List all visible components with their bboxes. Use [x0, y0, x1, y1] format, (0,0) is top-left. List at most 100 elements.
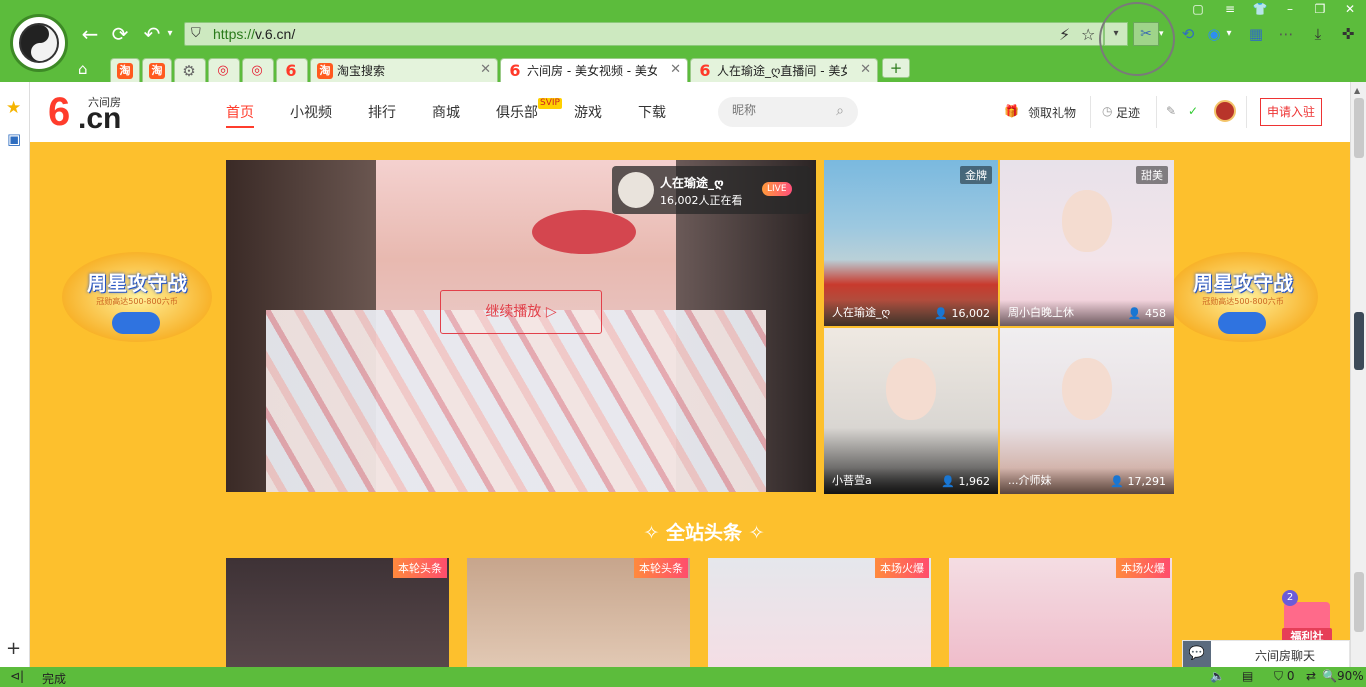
gift-icon: 🎁 [1004, 104, 1019, 118]
pinned-tab-taobao-2[interactable]: 淘 [142, 58, 172, 82]
tab-6cn-home[interactable]: 6 六间房 - 美女视频 - 美女 ✕ [500, 58, 688, 82]
anchor-avatar[interactable] [618, 172, 654, 208]
sidebar-toggle-icon[interactable]: ⊲| [10, 669, 24, 683]
nav-home[interactable]: 首页 [226, 102, 254, 128]
url-text[interactable]: https://v.6.cn/ [213, 26, 295, 42]
stream-thumb[interactable]: 甜美 周小白晚上休 👤 458 [1000, 160, 1174, 326]
pinned-tab-6cn[interactable]: 6 [276, 58, 308, 82]
calculator-icon[interactable]: ▦ [1246, 24, 1266, 44]
tab-label: 人在瑜途_ღ直播间 - 美女 [717, 64, 847, 78]
browser-logo[interactable] [10, 14, 68, 72]
weekly-star-banner-left[interactable]: 周星攻守战 冠勋高达500-800六币 [52, 222, 222, 372]
taobao-icon: 淘 [117, 62, 133, 79]
favorite-star-icon[interactable]: ☆ [1081, 25, 1095, 44]
undo-icon[interactable]: ↶ [140, 22, 164, 46]
thumb-name: ...介师妹 [1008, 474, 1052, 487]
headline-card[interactable]: 本场火爆 [708, 558, 931, 667]
nav-mall[interactable]: 商城 [432, 102, 460, 122]
speaker-icon[interactable]: 🔈 [1210, 669, 1225, 683]
gift-link[interactable]: 领取礼物 [1028, 104, 1076, 121]
logo-cn: .cn [78, 102, 122, 135]
stream-thumb[interactable]: ...介师妹 👤 17,291 [1000, 328, 1174, 494]
briefcase-icon[interactable]: ▤ [1242, 669, 1253, 683]
stream-thumb[interactable]: 金牌 人在瑜途_ღ 👤 16,002 [824, 160, 998, 326]
new-tab-button[interactable]: + [882, 58, 910, 78]
search-input[interactable] [732, 103, 832, 117]
thumb-count: 👤 1,962 [941, 475, 990, 488]
scroll-thumb[interactable] [1354, 98, 1364, 158]
history-link[interactable]: 足迹 [1116, 104, 1140, 121]
shield-count-icon[interactable]: ⛉ 0 [1274, 669, 1294, 684]
back-arrow-icon[interactable]: ← [78, 22, 102, 46]
status-bar: ⊲| 完成 🔈 ▤ ⛉ 0 ⇄ 🔍90% [0, 667, 1366, 687]
headline-card[interactable]: 本轮头条 [467, 558, 690, 667]
side-panel-handle[interactable] [1354, 312, 1364, 370]
nav-games[interactable]: 游戏 [574, 102, 602, 122]
skin-shirt-icon[interactable]: 👕 [1250, 2, 1270, 16]
nav-ranking[interactable]: 排行 [368, 102, 396, 122]
search-icon[interactable]: ⌕ [836, 103, 844, 119]
pinned-tab-weibo-1[interactable]: ◎ [208, 58, 240, 82]
six-cn-icon: 6 [699, 60, 711, 80]
zoom-level[interactable]: 🔍90% [1322, 669, 1364, 683]
headline-card[interactable]: 本场火爆 [949, 558, 1172, 667]
chat-dropdown-icon[interactable]: ▾ [1224, 24, 1234, 44]
thumb-name: 周小白晚上休 [1008, 306, 1074, 319]
six-cn-icon: 6 [509, 60, 521, 80]
anchor-info-card[interactable]: 人在瑜途_ღ 16,002人正在看 LIVE [612, 166, 810, 214]
edit-icon[interactable]: ✎ [1166, 104, 1176, 118]
thumb-face [1062, 358, 1112, 420]
more-icon[interactable]: ⋯ [1276, 24, 1296, 44]
screen-icon[interactable]: ▣ [7, 130, 21, 148]
menu-icon[interactable]: ≡ [1220, 2, 1240, 16]
resume-play-button[interactable]: 继续播放 ▷ [440, 290, 602, 334]
sparkle-icon: ✧ [742, 522, 765, 544]
translate-icon[interactable]: ⟲ [1178, 24, 1198, 44]
headline-card[interactable]: 本轮头条 [226, 558, 449, 667]
minimize-icon[interactable]: – [1280, 2, 1300, 16]
pinned-tab-settings[interactable]: ⚙ [174, 58, 206, 82]
nav-short-video[interactable]: 小视频 [290, 102, 332, 122]
undo-dropdown-icon[interactable]: ▾ [164, 22, 176, 46]
avatar[interactable] [1214, 100, 1236, 122]
compat-icon[interactable]: ⇄ [1306, 669, 1316, 683]
live-video-player[interactable]: 继续播放 ▷ 人在瑜途_ღ 16,002人正在看 LIVE [226, 160, 816, 492]
scroll-up-icon[interactable]: ▲ [1354, 86, 1360, 95]
tab-live-room[interactable]: 6 人在瑜途_ღ直播间 - 美女 ✕ [690, 58, 878, 82]
pinned-tab-weibo-2[interactable]: ◎ [242, 58, 274, 82]
address-bar[interactable]: ⛉ https://v.6.cn/ ⚡ ☆ [184, 22, 1104, 46]
logo-six: 6 [48, 90, 71, 134]
welfare-shop-widget[interactable]: 2 福利社 [1282, 588, 1332, 644]
favorites-star-icon[interactable]: ★ [6, 98, 21, 118]
browser-toolbar: ← ⟳ ↶ ▾ ⛉ https://v.6.cn/ ⚡ ☆ ▾ ✂ ▾ ⟲ ◉ … [0, 0, 1366, 82]
chat-bubble-icon[interactable]: ◉ [1204, 24, 1224, 44]
chat-widget[interactable]: 💬 六间房聊天 [1182, 640, 1350, 667]
pinned-tab-taobao-1[interactable]: 淘 [110, 58, 140, 82]
home-icon[interactable]: ⌂ [78, 60, 98, 80]
close-tab-icon[interactable]: ✕ [480, 62, 491, 77]
lightning-icon[interactable]: ⚡ [1059, 25, 1070, 44]
chat-label: 六间房聊天 [1254, 649, 1315, 663]
yin-yang-icon [19, 23, 59, 63]
taobao-icon: 淘 [149, 62, 165, 79]
security-shield-icon: ⛉ [191, 26, 201, 41]
weekly-star-banner-right[interactable]: 周星攻守战 冠勋高达500-800六币 [1158, 222, 1328, 372]
download-icon[interactable]: ⤓ [1308, 24, 1328, 44]
close-tab-icon[interactable]: ✕ [860, 62, 871, 77]
window-mode-icon[interactable]: ▢ [1188, 2, 1208, 16]
apply-join-button[interactable]: 申请入驻 [1260, 98, 1322, 126]
refresh-icon[interactable]: ⟳ [108, 22, 132, 46]
close-window-icon[interactable]: ✕ [1340, 2, 1360, 16]
add-icon[interactable]: + [6, 638, 21, 659]
restore-icon[interactable]: ❐ [1310, 2, 1330, 16]
vertical-scrollbar[interactable]: ▲ [1350, 82, 1366, 667]
nav-club[interactable]: 俱乐部 [496, 102, 538, 122]
scroll-thumb-lower[interactable] [1354, 572, 1364, 632]
check-circle-icon[interactable]: ✓ [1188, 104, 1198, 118]
nav-download[interactable]: 下载 [638, 102, 666, 122]
stream-thumb[interactable]: 小菩萱a 👤 1,962 [824, 328, 998, 494]
close-tab-icon[interactable]: ✕ [670, 62, 681, 77]
site-logo[interactable]: 6 六间房 .cn [48, 92, 121, 134]
tools-icon[interactable]: ✜ [1338, 24, 1358, 44]
tab-taobao-search[interactable]: 淘 淘宝搜索 ✕ [310, 58, 498, 82]
